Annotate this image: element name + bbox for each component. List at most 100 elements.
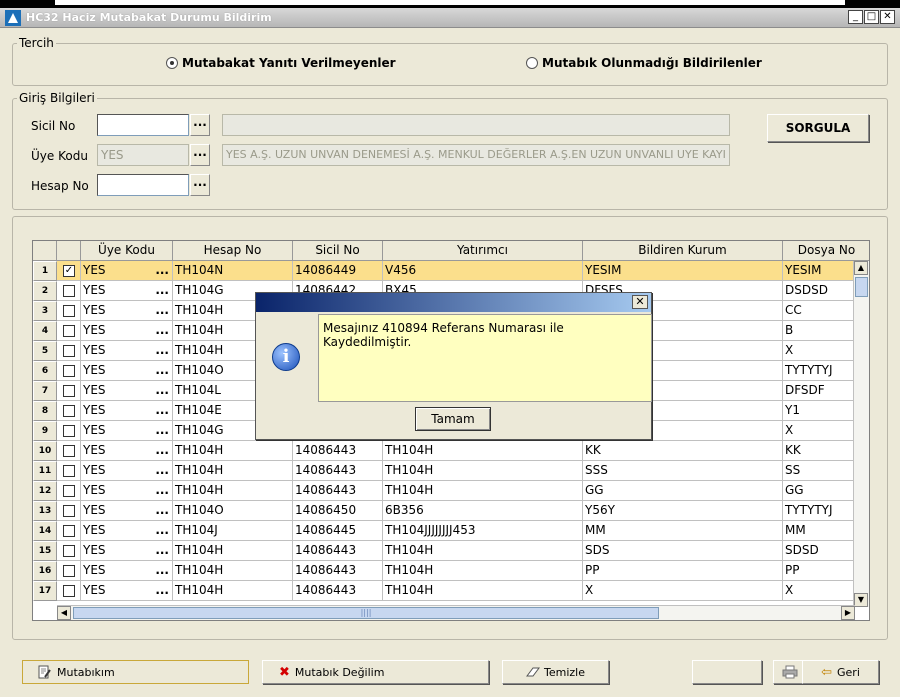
hesap-lookup-button[interactable]: ... [190,174,210,196]
row-lookup-button[interactable]: ... [155,341,169,360]
row-lookup-button[interactable]: ... [155,521,169,540]
horizontal-scroll-thumb[interactable]: |||| [73,607,659,619]
hesap-no-input[interactable] [97,174,189,196]
col-header-sicil-no[interactable]: Sicil No [293,241,383,261]
row-number-text: 16 [38,566,52,576]
checkbox-empty-icon[interactable] [63,445,75,457]
row-checkbox[interactable] [57,561,81,581]
row-lookup-button[interactable]: ... [155,361,169,380]
mutabikim-button[interactable]: Mutabıkım [22,660,249,684]
row-checkbox[interactable] [57,401,81,421]
row-checkbox[interactable] [57,381,81,401]
table-row[interactable]: 12 YES... TH104H 14086443 TH104H GG GG [33,481,869,501]
checkbox-empty-icon[interactable] [63,465,75,477]
table-row[interactable]: 17 YES... TH104H 14086443 TH104H X X [33,581,869,601]
row-checkbox[interactable] [57,461,81,481]
checkbox-empty-icon[interactable] [63,325,75,337]
scroll-up-icon[interactable]: ▲ [854,261,868,275]
row-checkbox[interactable] [57,521,81,541]
checkbox-empty-icon[interactable] [63,345,75,357]
giris-legend: Giriş Bilgileri [19,91,95,105]
row-lookup-button[interactable]: ... [155,481,169,500]
row-checkbox[interactable] [57,501,81,521]
col-header-hesap-no[interactable]: Hesap No [173,241,293,261]
table-row[interactable]: 10 YES... TH104H 14086443 TH104H KK KK [33,441,869,461]
col-header-dosya-no[interactable]: Dosya No [783,241,869,261]
row-lookup-button[interactable]: ... [155,441,169,460]
checkbox-empty-icon[interactable] [63,405,75,417]
table-row[interactable]: 14 YES... TH104J 14086445 TH104JJJJJJJJ453 MM… [33,521,869,541]
table-row[interactable]: 11 YES... TH104H 14086443 TH104H SSS SS [33,461,869,481]
row-checkbox[interactable] [57,281,81,301]
row-lookup-button[interactable]: ... [155,301,169,320]
col-header-uye-kodu[interactable]: Üye Kodu [81,241,173,261]
row-lookup-button[interactable]: ... [155,561,169,580]
checkbox-empty-icon[interactable] [63,585,75,597]
checkbox-empty-icon[interactable] [63,525,75,537]
checkbox-empty-icon[interactable] [63,505,75,517]
row-lookup-button[interactable]: ... [155,461,169,480]
tamam-button[interactable]: Tamam [415,407,491,431]
row-checkbox[interactable] [57,481,81,501]
col-header-yatirimci[interactable]: Yatırımcı [383,241,583,261]
maximize-button[interactable]: □ [864,10,879,24]
table-row[interactable]: 16 YES... TH104H 14086443 TH104H PP PP [33,561,869,581]
row-lookup-button[interactable]: ... [155,261,169,280]
sorgula-button[interactable]: SORGULA [767,114,869,142]
row-number: 13 [33,501,57,521]
row-lookup-button[interactable]: ... [155,381,169,400]
window-title: HC32 Haciz Mutabakat Durumu Bildirim [26,11,272,24]
row-lookup-button[interactable]: ... [155,401,169,420]
table-row[interactable]: 15 YES... TH104H 14086443 TH104H SDS SDSD [33,541,869,561]
row-checkbox[interactable] [57,421,81,441]
row-lookup-button[interactable]: ... [155,281,169,300]
radio-mutabik-olunmadigi[interactable]: Mutabık Olunmadığı Bildirilenler [526,56,762,70]
row-lookup-button[interactable]: ... [155,501,169,520]
checkbox-empty-icon[interactable] [63,565,75,577]
row-lookup-button[interactable]: ... [155,581,169,600]
row-checkbox[interactable] [57,541,81,561]
checkbox-checked-icon[interactable]: ✓ [63,265,75,277]
row-checkbox[interactable] [57,441,81,461]
checkbox-empty-icon[interactable] [63,545,75,557]
mutabik-degilim-button[interactable]: ✖ Mutabık Değilim [262,660,489,684]
cell-sicil-no-text: 14086443 [295,563,357,577]
scroll-left-icon[interactable]: ◀ [57,606,71,620]
checkbox-empty-icon[interactable] [63,285,75,297]
cell-hesap-no-text: TH104H [175,583,224,597]
checkbox-empty-icon[interactable] [63,485,75,497]
vertical-scroll-thumb[interactable] [855,277,868,297]
temizle-button[interactable]: Temizle [502,660,609,684]
row-lookup-button[interactable]: ... [155,421,169,440]
close-button[interactable]: ✕ [880,10,895,24]
scroll-down-icon[interactable]: ▼ [854,593,868,607]
dialog-close-button[interactable]: ✕ [632,295,648,309]
sicil-lookup-button[interactable]: ... [190,114,210,136]
scroll-right-icon[interactable]: ▶ [841,606,855,620]
geri-button[interactable]: ⇦ Geri [802,660,879,684]
checkbox-empty-icon[interactable] [63,385,75,397]
radio-mutabakat-yaniti-verilmeyenler[interactable]: Mutabakat Yanıtı Verilmeyenler [166,56,396,70]
col-header-bildiren-kurum[interactable]: Bildiren Kurum [583,241,783,261]
row-checkbox[interactable] [57,321,81,341]
horizontal-scrollbar[interactable]: ◀ |||| ▶ [57,605,855,620]
checkbox-empty-icon[interactable] [63,305,75,317]
row-checkbox[interactable] [57,301,81,321]
vertical-scrollbar[interactable]: ▲ ▼ [853,261,869,607]
row-checkbox[interactable] [57,341,81,361]
minimize-button[interactable]: _ [848,10,863,24]
uye-lookup-button[interactable]: ... [190,144,210,166]
checkbox-empty-icon[interactable] [63,365,75,377]
row-lookup-button[interactable]: ... [155,321,169,340]
table-row[interactable]: 1 ✓ YES... TH104N 14086449 V456 YESIM YESIM [33,261,869,281]
checkbox-empty-icon[interactable] [63,425,75,437]
cell-dosya-no-text: X [785,343,794,357]
row-checkbox[interactable] [57,361,81,381]
blank-button[interactable] [692,660,762,684]
geri-label: Geri [837,665,860,679]
row-checkbox[interactable]: ✓ [57,261,81,281]
row-checkbox[interactable] [57,581,81,601]
sicil-no-input[interactable] [97,114,189,136]
row-lookup-button[interactable]: ... [155,541,169,560]
table-row[interactable]: 13 YES... TH104O 14086450 6B356 Y56Y TYTYTYJ [33,501,869,521]
